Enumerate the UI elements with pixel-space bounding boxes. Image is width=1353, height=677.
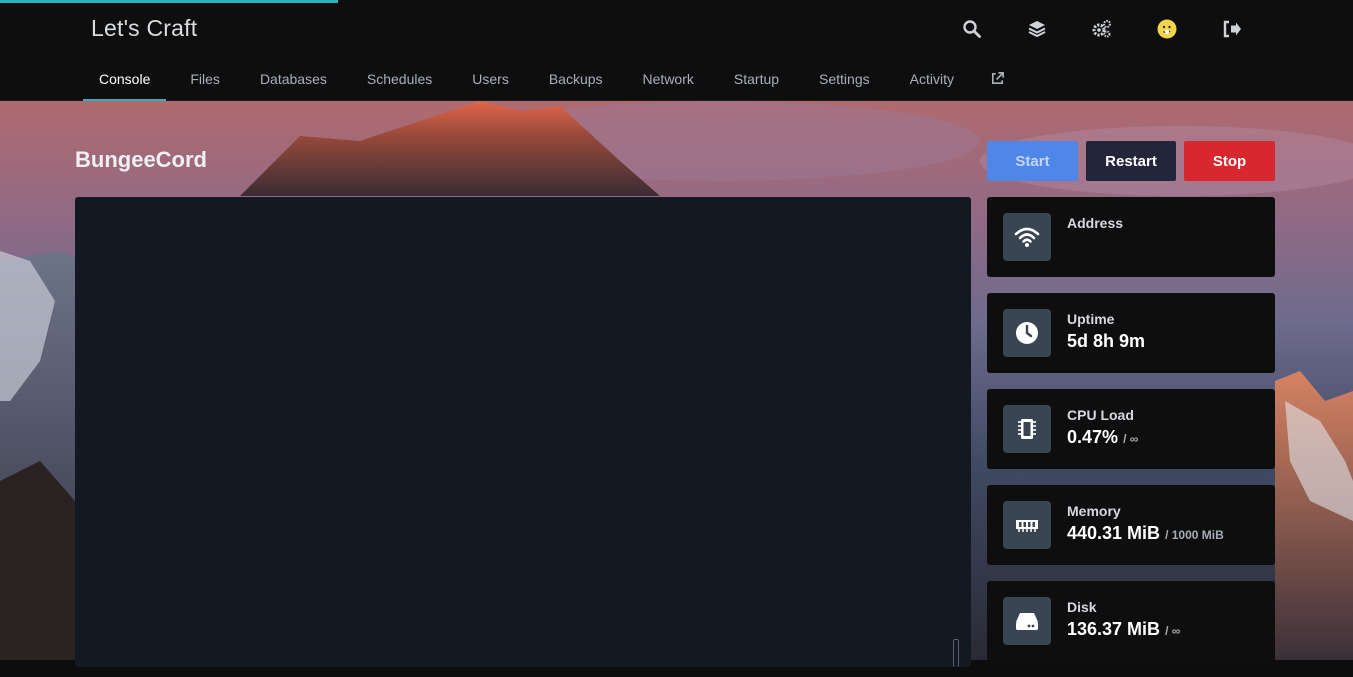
header-actions xyxy=(960,17,1285,41)
tab-databases[interactable]: Databases xyxy=(244,60,343,101)
tab-console[interactable]: Console xyxy=(83,60,167,101)
layers-icon[interactable] xyxy=(1025,17,1049,41)
search-icon[interactable] xyxy=(960,17,984,41)
restart-button[interactable]: Restart xyxy=(1086,141,1176,181)
stat-value: 136.37 MiB / ∞ xyxy=(1067,619,1180,640)
power-controls: Start Restart Stop xyxy=(987,141,1275,181)
app-title[interactable]: Let's Craft xyxy=(91,15,197,42)
cpu-value: 0.47% xyxy=(1067,427,1119,447)
wifi-icon xyxy=(1003,213,1051,261)
loading-progress-bar xyxy=(0,0,338,3)
start-button[interactable]: Start xyxy=(987,141,1078,181)
stat-cpu: CPU Load 0.47% / ∞ xyxy=(987,389,1275,469)
server-stats: Address Uptime 5d 8h 9m CPU Load 0.47% /… xyxy=(987,197,1275,677)
console-terminal[interactable] xyxy=(75,197,971,667)
stat-disk: Disk 136.37 MiB / ∞ xyxy=(987,581,1275,661)
tab-files[interactable]: Files xyxy=(174,60,236,101)
cpu-limit: / ∞ xyxy=(1123,432,1139,446)
sign-out-icon[interactable] xyxy=(1220,17,1244,41)
tab-users[interactable]: Users xyxy=(456,60,525,101)
tab-settings[interactable]: Settings xyxy=(803,60,886,101)
stat-label: Uptime xyxy=(1067,311,1115,327)
top-navbar: Let's Craft Console Files Databases Sche… xyxy=(0,0,1353,101)
tab-network[interactable]: Network xyxy=(627,60,710,101)
tab-schedules[interactable]: Schedules xyxy=(351,60,448,101)
cogs-icon[interactable] xyxy=(1090,17,1114,41)
stat-uptime: Uptime 5d 8h 9m xyxy=(987,293,1275,373)
stat-memory: Memory 440.31 MiB / 1000 MiB xyxy=(987,485,1275,565)
tab-startup[interactable]: Startup xyxy=(718,60,795,101)
stat-label: Disk xyxy=(1067,599,1097,615)
memory-icon xyxy=(1003,501,1051,549)
stat-label: Address xyxy=(1067,215,1124,231)
avatar[interactable] xyxy=(1155,17,1179,41)
stat-label: Memory xyxy=(1067,503,1121,519)
stat-value: 5d 8h 9m xyxy=(1067,331,1146,351)
tab-backups[interactable]: Backups xyxy=(533,60,619,101)
stop-button[interactable]: Stop xyxy=(1184,141,1275,181)
stat-label: CPU Load xyxy=(1067,407,1134,423)
stat-value: 440.31 MiB / 1000 MiB xyxy=(1067,523,1224,544)
tab-activity[interactable]: Activity xyxy=(894,60,970,101)
console-scrollbar[interactable] xyxy=(953,639,959,667)
hdd-icon xyxy=(1003,597,1051,645)
server-title: BungeeCord xyxy=(75,147,207,172)
microchip-icon xyxy=(1003,405,1051,453)
disk-value: 136.37 MiB xyxy=(1067,619,1161,639)
memory-limit: / 1000 MiB xyxy=(1165,528,1224,542)
clock-icon xyxy=(1003,309,1051,357)
disk-limit: / ∞ xyxy=(1165,624,1181,638)
stat-address: Address xyxy=(987,197,1275,277)
stat-value: 0.47% / ∞ xyxy=(1067,427,1138,448)
external-link-icon[interactable] xyxy=(978,60,1017,101)
server-tabs: Console Files Databases Schedules Users … xyxy=(83,60,1025,101)
memory-value: 440.31 MiB xyxy=(1067,523,1161,543)
